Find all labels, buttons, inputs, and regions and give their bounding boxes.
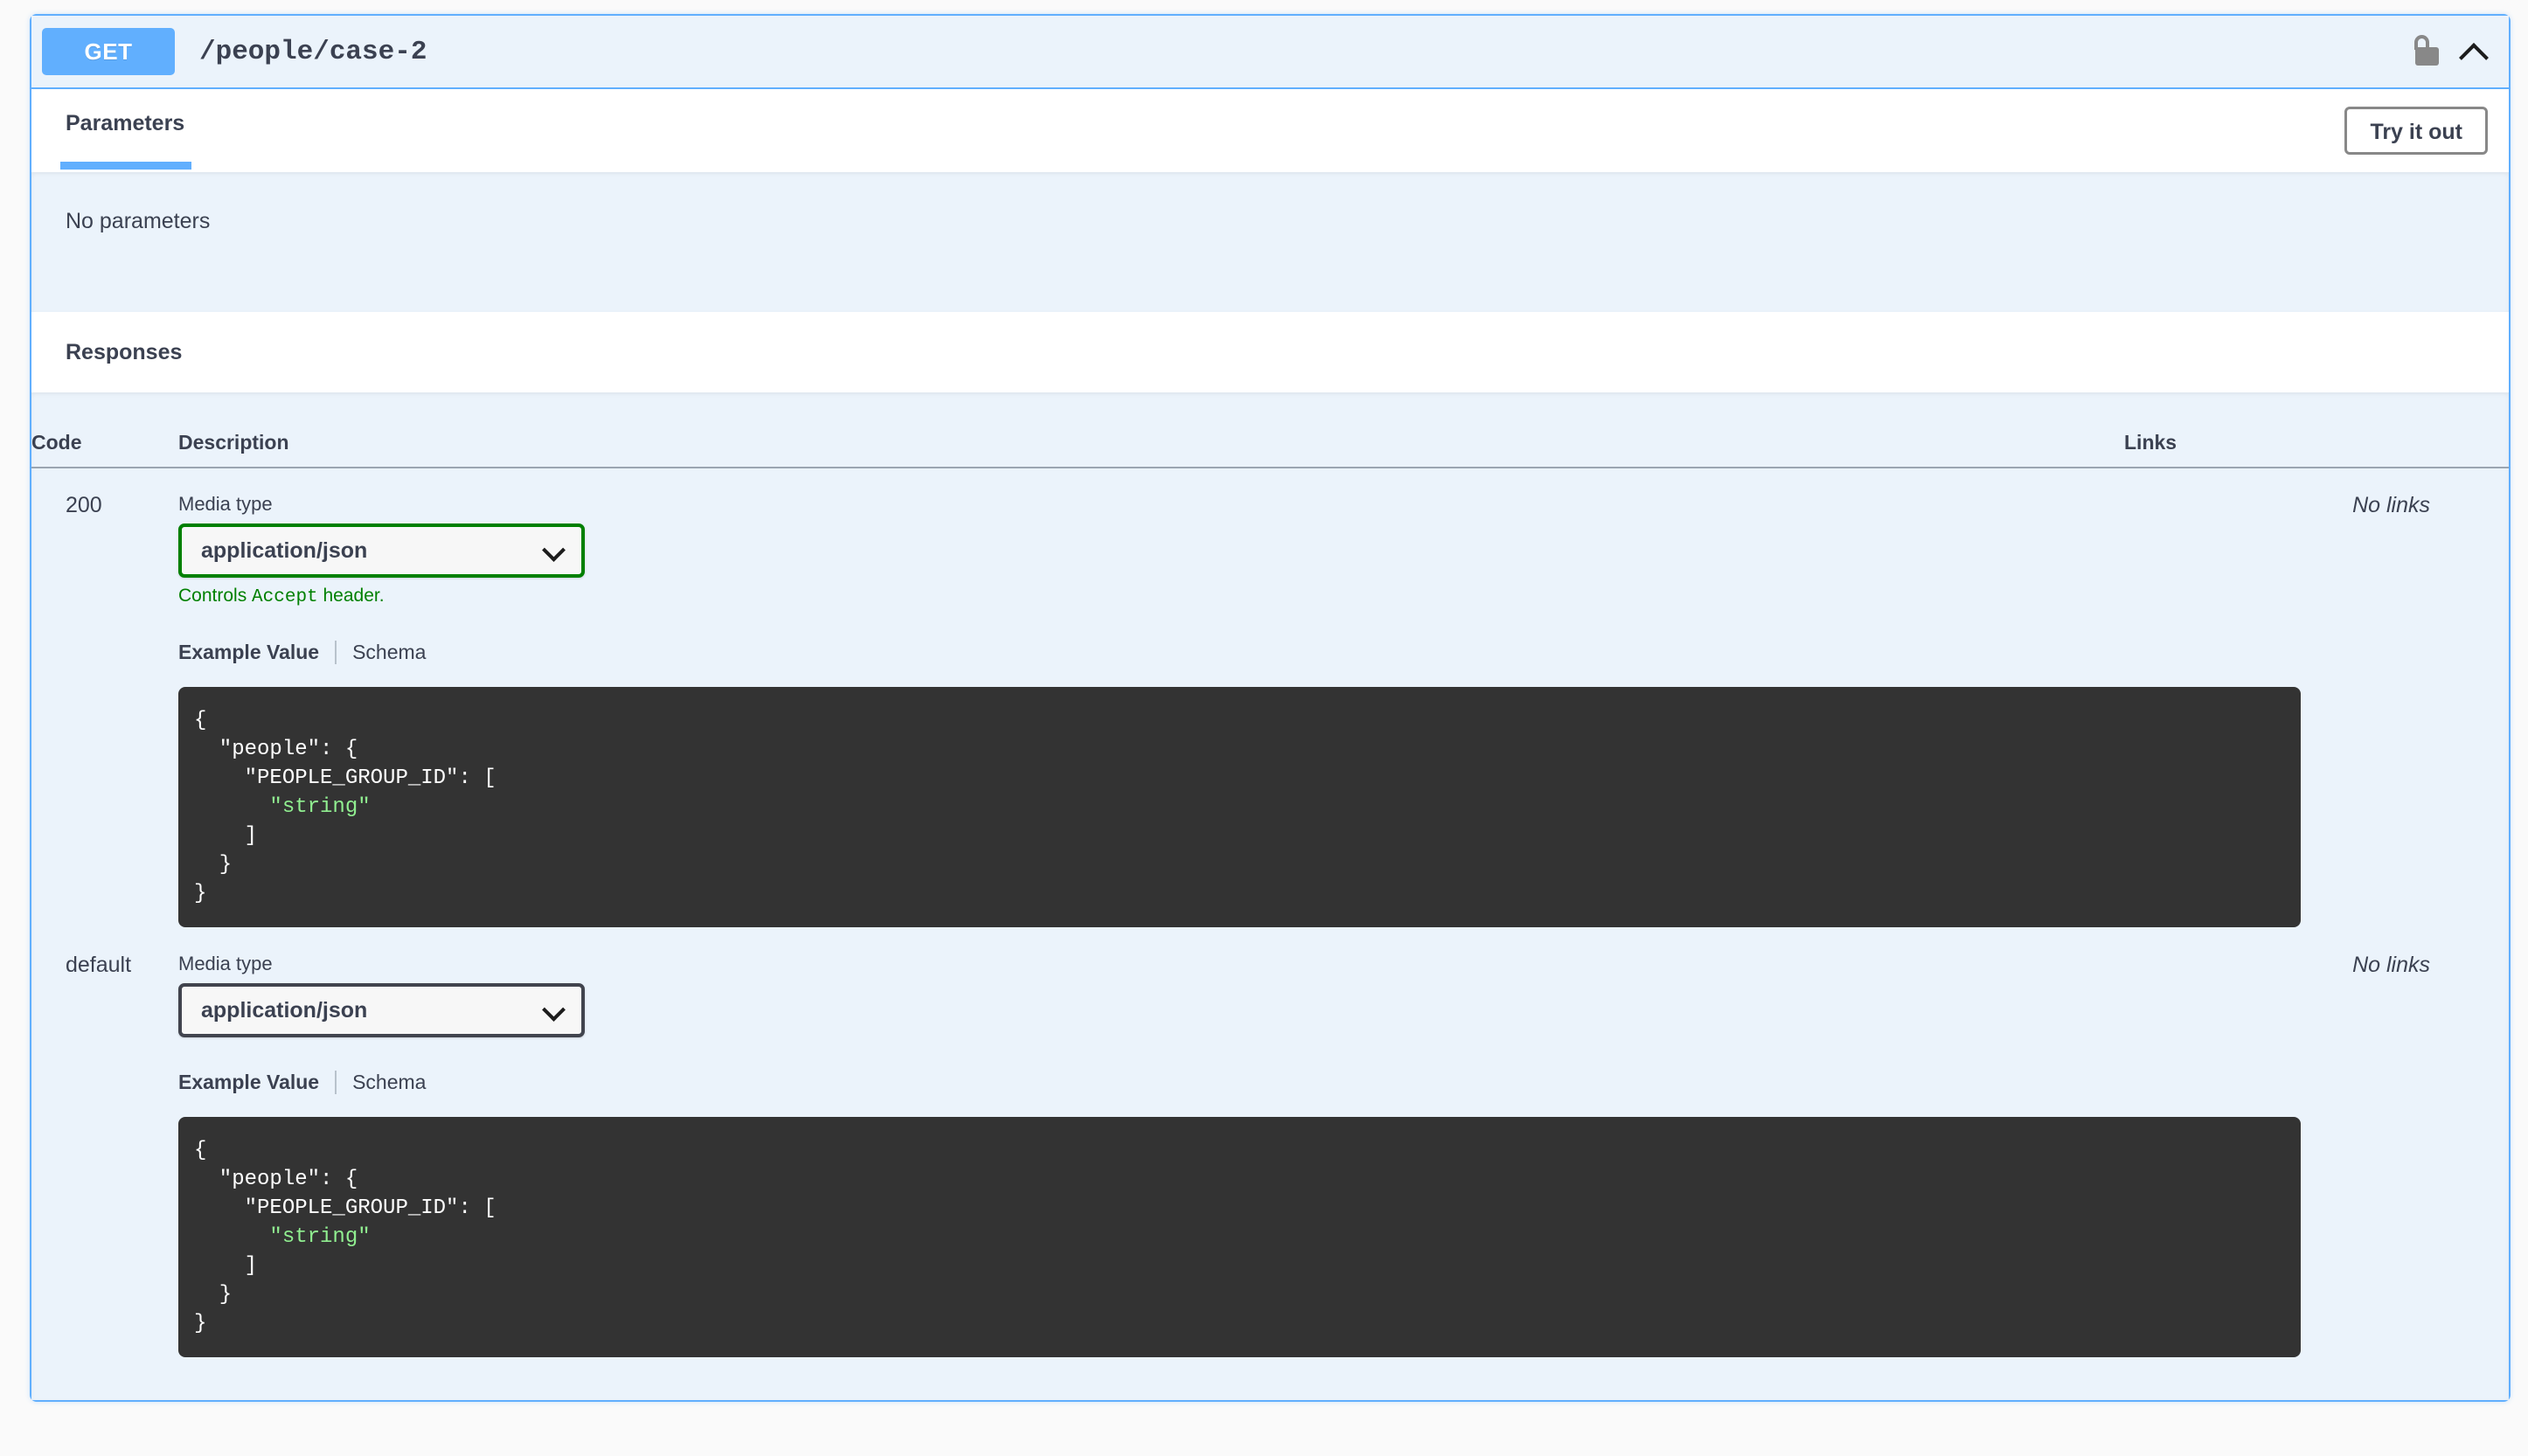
- summary-controls: [2413, 35, 2495, 68]
- unlocked-padlock-icon[interactable]: [2413, 35, 2439, 68]
- media-type-label: Media type: [178, 953, 273, 974]
- example-schema-tabs: Example Value Schema: [178, 1071, 2123, 1094]
- table-row: 200 Media type application/json Controls…: [31, 468, 2509, 928]
- column-header-code: Code: [31, 392, 178, 468]
- chevron-down-icon: [543, 1000, 564, 1021]
- tab-parameters[interactable]: Parameters: [59, 111, 192, 170]
- example-value-code-block[interactable]: { "people": { "PEOPLE_GROUP_ID": [ "stri…: [178, 687, 2301, 927]
- tab-divider: [335, 641, 337, 664]
- tab-schema[interactable]: Schema: [352, 641, 426, 664]
- media-type-value: application/json: [201, 997, 368, 1023]
- responses-table: Code Description Links 200 Media type ap…: [31, 392, 2509, 1358]
- response-code: default: [66, 953, 132, 977]
- operation-path: /people/case-2: [199, 36, 427, 67]
- response-links: No links: [2352, 493, 2430, 517]
- http-method-badge: GET: [42, 28, 175, 75]
- no-parameters-text: No parameters: [66, 209, 211, 233]
- response-description: Media type application/json Controls Acc…: [178, 468, 2301, 928]
- column-header-description: Description: [178, 392, 2124, 468]
- tab-schema[interactable]: Schema: [352, 1071, 426, 1094]
- tab-example-value[interactable]: Example Value: [178, 641, 319, 664]
- tab-example-value[interactable]: Example Value: [178, 1071, 319, 1094]
- operation-tabstrip: Parameters Try it out: [31, 89, 2509, 172]
- example-json: { "people": { "PEOPLE_GROUP_ID": [ "stri…: [194, 1139, 497, 1335]
- try-it-out-button[interactable]: Try it out: [2344, 107, 2488, 155]
- example-schema-tabs: Example Value Schema: [178, 641, 2123, 664]
- response-description: Media type application/json Example Valu…: [178, 928, 2301, 1358]
- accept-note-suffix: header.: [317, 586, 385, 606]
- accept-header-note: Controls Accept header.: [178, 586, 2123, 607]
- column-header-links: Links: [2124, 392, 2509, 468]
- accept-note-code: Accept: [252, 587, 318, 607]
- responses-title: Responses: [66, 339, 183, 364]
- tab-divider: [335, 1071, 337, 1094]
- response-links: No links: [2352, 953, 2430, 977]
- operation-block-get-people-case-2: GET /people/case-2 Parameters Try it out…: [30, 14, 2511, 1402]
- media-type-select[interactable]: application/json: [178, 523, 585, 578]
- media-type-select[interactable]: application/json: [178, 983, 585, 1037]
- example-json: { "people": { "PEOPLE_GROUP_ID": [ "stri…: [194, 709, 497, 905]
- example-value-code-block[interactable]: { "people": { "PEOPLE_GROUP_ID": [ "stri…: [178, 1117, 2301, 1357]
- response-code: 200: [66, 493, 102, 517]
- responses-header: Responses: [31, 312, 2509, 392]
- parameters-section: No parameters: [31, 172, 2509, 312]
- table-row: default Media type application/json Exam…: [31, 928, 2509, 1358]
- responses-section: Code Description Links 200 Media type ap…: [31, 392, 2509, 1400]
- operation-summary-header[interactable]: GET /people/case-2: [31, 16, 2509, 89]
- media-type-label: Media type: [178, 493, 273, 515]
- chevron-down-icon: [543, 540, 564, 561]
- media-type-value: application/json: [201, 537, 368, 563]
- accept-note-prefix: Controls: [178, 586, 253, 606]
- chevron-up-icon[interactable]: [2458, 36, 2490, 67]
- responses-table-header-row: Code Description Links: [31, 392, 2509, 468]
